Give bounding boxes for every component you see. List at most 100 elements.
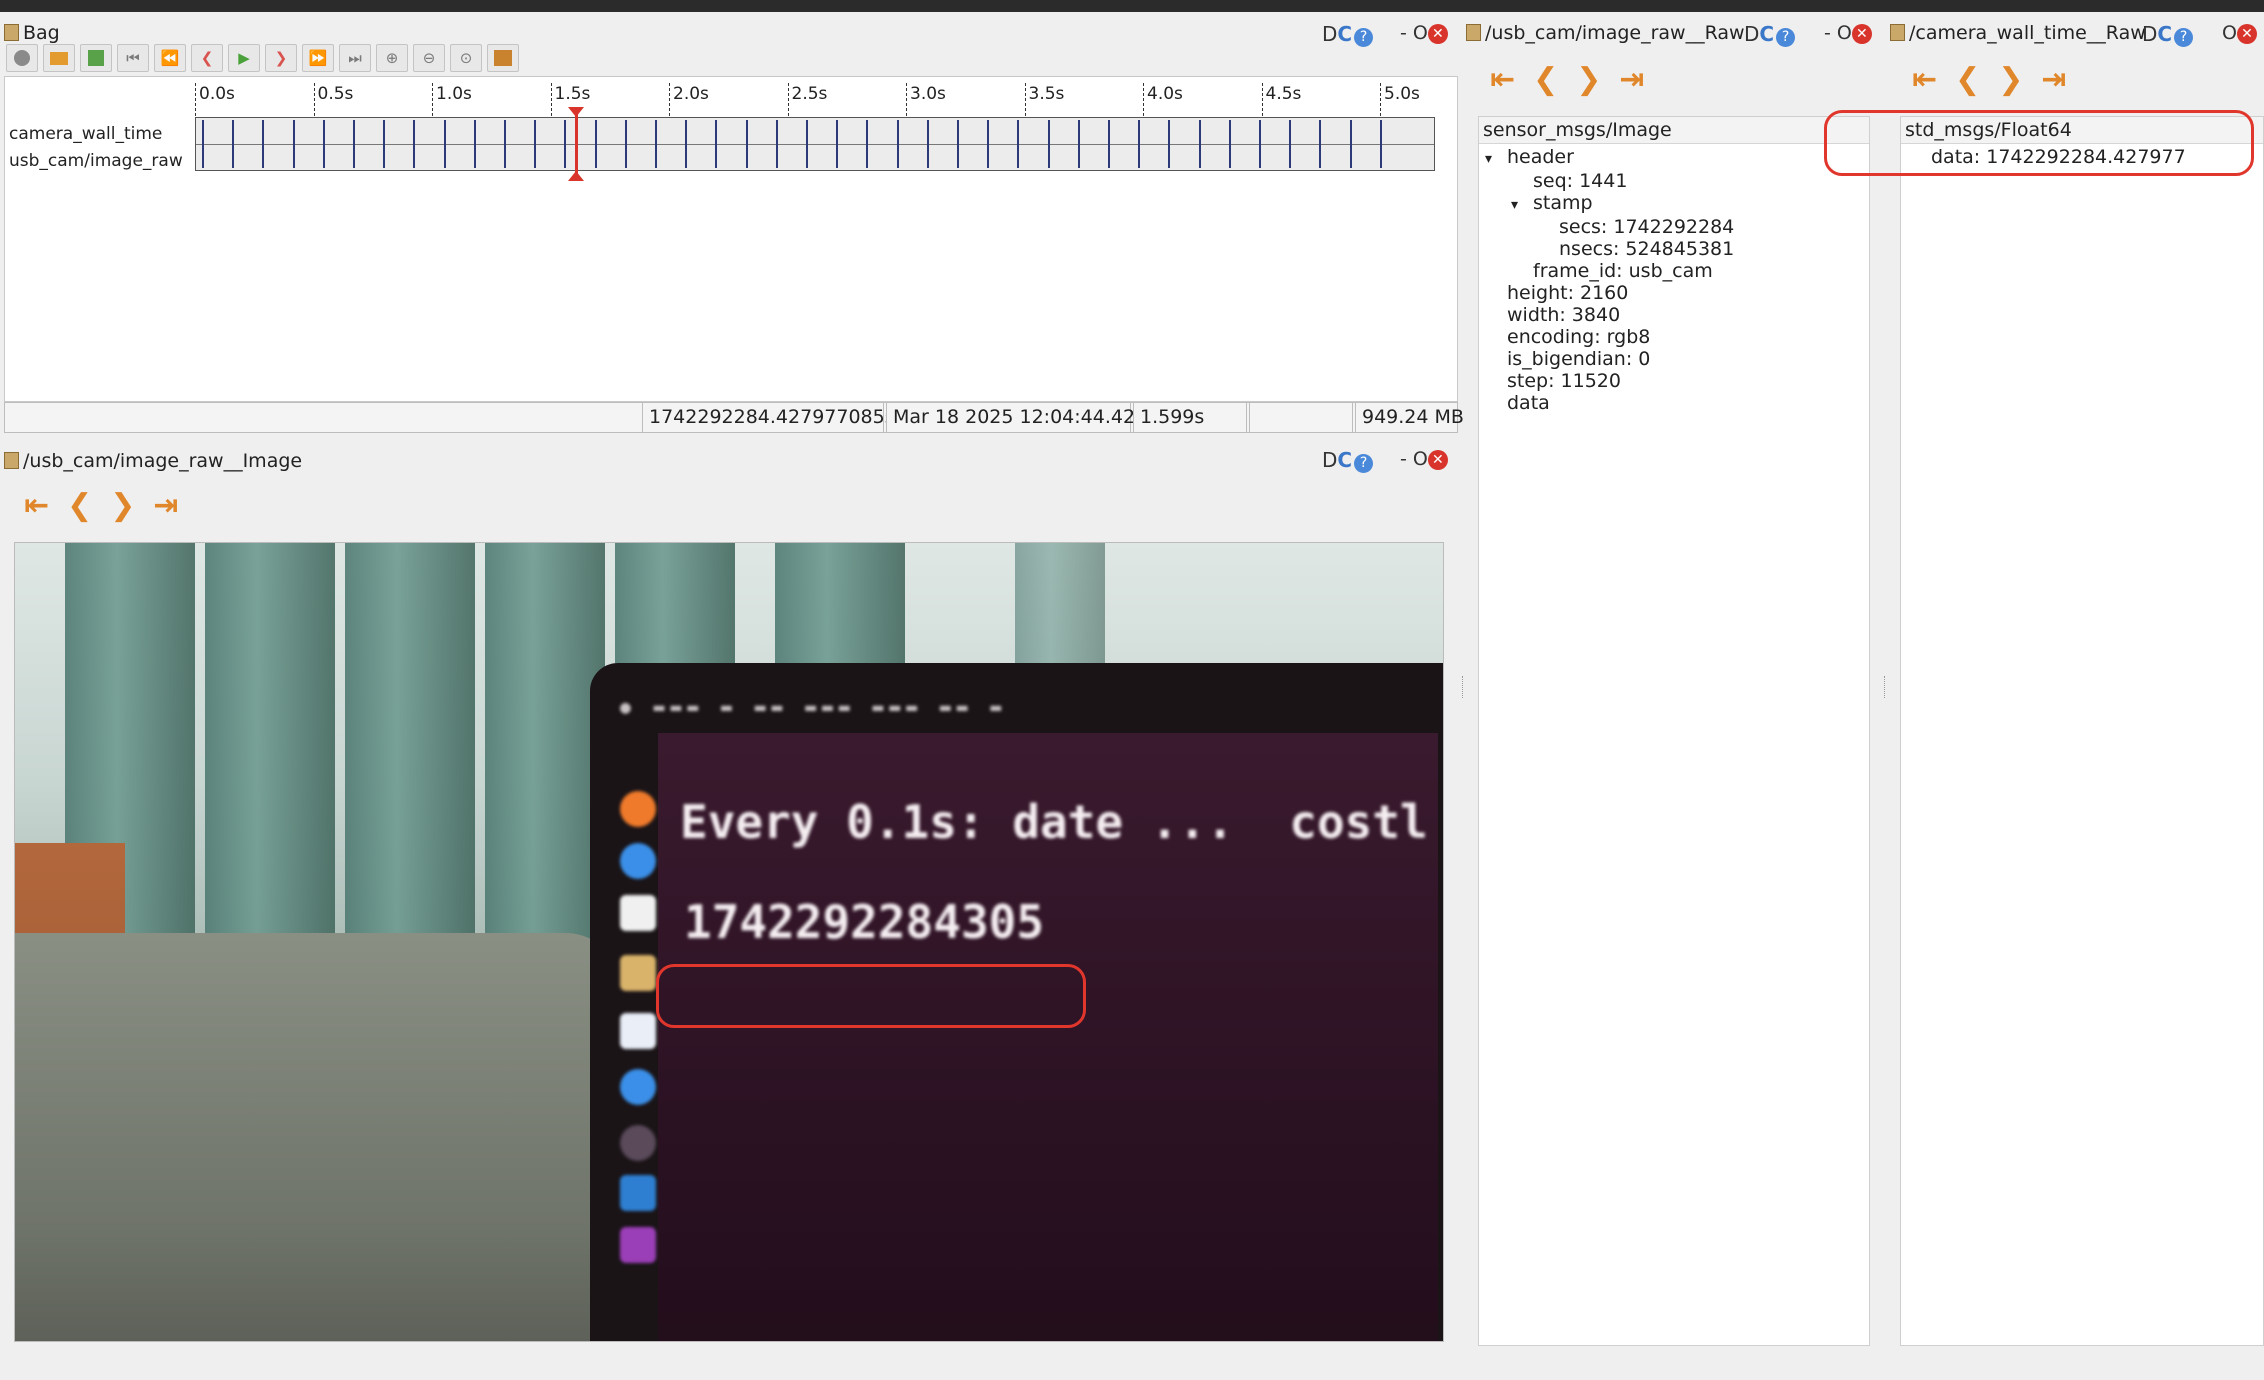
reload-button[interactable]: C: [1759, 22, 1774, 46]
raw-panel-2-tree[interactable]: std_msgs/Float64 data: 1742292284.427977: [1900, 116, 2264, 1346]
step-forward-button[interactable]: ❯: [265, 44, 297, 72]
tree-row-label: is_bigendian: 0: [1507, 348, 1651, 370]
next-message-icon[interactable]: ❯: [110, 488, 153, 523]
message-tick: [1259, 120, 1261, 168]
raw-panel-2-nav: ⇤❮❯⇥: [1912, 62, 2085, 97]
message-tick: [232, 120, 235, 168]
prev-message-icon[interactable]: ❮: [1955, 62, 1998, 97]
splitter-handle[interactable]: [1884, 676, 1888, 698]
first-message-icon[interactable]: ⇤: [1912, 62, 1955, 97]
float-button[interactable]: O: [2222, 22, 2237, 44]
dock-button[interactable]: D: [2142, 22, 2157, 46]
next-message-icon[interactable]: ❯: [1576, 62, 1619, 97]
laptop-top-bar: ● ▬▬▬ ▬ ▬▬ ▬▬▬ ▬▬▬ ▬▬ ▬: [620, 697, 1008, 718]
minimize-button[interactable]: -: [1400, 448, 1407, 470]
playhead-bottom-marker: [568, 171, 584, 181]
tree-row[interactable]: nsecs: 524845381: [1479, 238, 1869, 260]
tree-row[interactable]: data: [1479, 392, 1869, 414]
message-tick: [353, 120, 355, 168]
splitter-handle[interactable]: [1462, 676, 1466, 698]
message-tick: [1319, 120, 1322, 168]
prev-message-icon[interactable]: ❮: [67, 488, 110, 523]
first-message-icon[interactable]: ⇤: [1490, 62, 1533, 97]
open-button[interactable]: [43, 44, 75, 72]
first-message-icon[interactable]: ⇤: [24, 488, 67, 523]
play-button[interactable]: ▶: [228, 44, 260, 72]
raw-panel-1-tree[interactable]: sensor_msgs/Image ▾ header seq: 1441 ▾ stamp…: [1478, 116, 1870, 1346]
zoom-in-button[interactable]: ⊕: [376, 44, 408, 72]
last-message-icon[interactable]: ⇥: [153, 488, 196, 523]
image-panel-title: /usb_cam/image_raw__Image: [4, 450, 302, 472]
play-icon: ▶: [238, 49, 250, 67]
raw-panel-1-title: /usb_cam/image_raw__Raw: [1466, 22, 1745, 44]
message-tick: [322, 120, 325, 168]
close-icon[interactable]: ✕: [2236, 24, 2257, 44]
close-icon[interactable]: ✕: [1851, 24, 1872, 44]
jump-end-button[interactable]: ⏭: [339, 44, 371, 72]
jump-start-button[interactable]: ⏮: [117, 44, 149, 72]
playhead[interactable]: [575, 111, 578, 179]
message-tick: [1047, 120, 1050, 168]
last-message-icon[interactable]: ⇥: [1619, 62, 1662, 97]
rewind-button[interactable]: ⏪: [154, 44, 186, 72]
record-button[interactable]: [6, 44, 38, 72]
grey-cushion: [15, 933, 625, 1341]
step-back-button[interactable]: ❮: [191, 44, 223, 72]
app-icon: [620, 955, 656, 991]
tree-row[interactable]: frame_id: usb_cam: [1479, 260, 1869, 282]
help-icon[interactable]: ?: [2174, 28, 2194, 47]
dock-button[interactable]: D: [1744, 22, 1759, 46]
last-message-icon[interactable]: ⇥: [2041, 62, 2084, 97]
tree-row[interactable]: width: 3840: [1479, 304, 1869, 326]
topic-tracks[interactable]: [195, 117, 1435, 171]
raw-panel-2-window-controls: O ✕: [2222, 22, 2257, 44]
tree-row-label: stamp: [1533, 192, 1593, 214]
tree-row[interactable]: ▾ stamp: [1479, 192, 1869, 216]
tree-row[interactable]: step: 11520: [1479, 370, 1869, 392]
dock-button[interactable]: D: [1322, 448, 1337, 472]
timeline-panel[interactable]: 0.0s 0.5s 1.0s 1.5s 2.0s 2.5s 3.0s 3.5s 4.0s 4.5s…: [4, 76, 1458, 402]
tree-row[interactable]: seq: 1441: [1479, 170, 1869, 192]
tick-label: 5.0s: [1384, 84, 1420, 104]
help-icon[interactable]: ?: [1354, 28, 1374, 47]
fast-forward-button[interactable]: ⏩: [302, 44, 334, 72]
tick-label: 2.0s: [673, 84, 709, 104]
zoom-out-button[interactable]: ⊖: [413, 44, 445, 72]
tree-row[interactable]: secs: 1742292284: [1479, 216, 1869, 238]
help-icon[interactable]: ?: [1354, 454, 1374, 473]
close-icon[interactable]: ✕: [1427, 450, 1448, 470]
tick-label: 3.0s: [910, 84, 946, 104]
reload-button[interactable]: C: [1337, 22, 1352, 46]
tree-row-label: data: [1507, 392, 1550, 414]
expand-arrow-icon[interactable]: ▾: [1511, 194, 1533, 216]
minimize-button[interactable]: -: [1824, 22, 1831, 44]
tree-row[interactable]: encoding: rgb8: [1479, 326, 1869, 348]
thumbnails-button[interactable]: [487, 44, 519, 72]
tree-row[interactable]: is_bigendian: 0: [1479, 348, 1869, 370]
minimize-button[interactable]: -: [1400, 22, 1407, 44]
close-icon[interactable]: ✕: [1427, 24, 1448, 44]
window-blind-slat: [1015, 543, 1105, 663]
save-button[interactable]: [80, 44, 112, 72]
expand-arrow-icon[interactable]: ▾: [1485, 148, 1507, 170]
next-message-icon[interactable]: ❯: [1998, 62, 2041, 97]
tree-row-label: encoding: rgb8: [1507, 326, 1651, 348]
tree-row[interactable]: height: 2160: [1479, 282, 1869, 304]
zoom-reset-button[interactable]: ⊙: [450, 44, 482, 72]
float-button[interactable]: O: [1837, 22, 1852, 44]
float-button[interactable]: O: [1413, 448, 1428, 470]
help-icon[interactable]: ?: [1776, 28, 1796, 47]
status-date: Mar 18 2025 12:04:44.427: [886, 402, 1147, 433]
message-tree: ▾ header seq: 1441 ▾ stamp secs: 1742292284 ns…: [1479, 144, 1869, 414]
playhead-top-marker: [568, 107, 584, 117]
message-tick: [624, 120, 627, 168]
message-tick: [836, 120, 839, 168]
float-button[interactable]: O: [1413, 22, 1428, 44]
screen-command-line: Every 0.1s: date ... costl: [680, 795, 1428, 849]
prev-message-icon[interactable]: ❮: [1533, 62, 1576, 97]
dock-button[interactable]: D: [1322, 22, 1337, 46]
vscode-icon: [620, 1175, 656, 1211]
reload-button[interactable]: C: [1337, 448, 1352, 472]
tree-row[interactable]: ▾ header: [1479, 146, 1869, 170]
reload-button[interactable]: C: [2157, 22, 2172, 46]
